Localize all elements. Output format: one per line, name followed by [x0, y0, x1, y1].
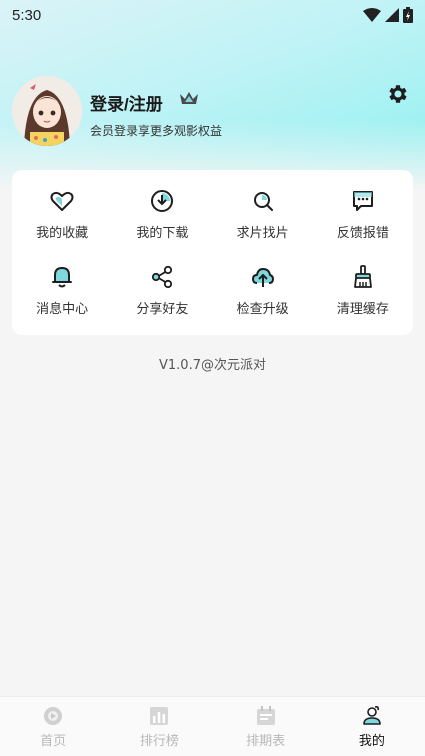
login-register-link[interactable]: 登录/注册 — [90, 90, 163, 115]
wifi-icon — [363, 8, 381, 22]
gear-icon[interactable] — [385, 82, 409, 106]
feedback-icon — [352, 190, 373, 211]
upgrade-icon — [251, 268, 274, 288]
profile-section: 登录/注册 会员登录享更多观影权益 — [12, 76, 411, 148]
menu-item-check-update[interactable]: 检查升级 — [213, 253, 313, 330]
menu-item-request-film[interactable]: 求片找片 — [213, 176, 313, 253]
tab-ranking[interactable]: 排行榜 — [106, 697, 212, 756]
menu-item-downloads[interactable]: 我的下载 — [112, 176, 212, 253]
signal-icon — [385, 8, 399, 22]
status-bar: 5:30 — [0, 0, 425, 30]
status-icons — [363, 7, 413, 23]
version-text: V1.0.7@次元派对 — [159, 358, 266, 373]
login-subtitle: 会员登录享更多观影权益 — [90, 124, 223, 138]
menu-item-label: 求片找片 — [236, 225, 289, 241]
menu-item-label: 我的收藏 — [36, 225, 89, 241]
clean-icon — [353, 265, 372, 289]
bottom-tab-bar: 首页 排行榜 排期表 我的 — [0, 696, 425, 756]
menu-item-label: 检查升级 — [236, 302, 289, 318]
menu-grid: 我的收藏 我的下载 求片找片 反馈报错 消息中心 分享好友 检查升级 清理缓存 — [12, 170, 413, 335]
tab-schedule[interactable]: 排期表 — [213, 697, 319, 756]
tab-label: 排行榜 — [139, 734, 179, 749]
download-icon — [151, 189, 174, 212]
menu-item-label: 分享好友 — [136, 302, 189, 318]
heart-icon — [50, 191, 74, 211]
menu-item-label: 消息中心 — [36, 302, 89, 318]
tab-home[interactable]: 首页 — [0, 697, 106, 756]
calendar-icon — [256, 706, 275, 725]
ranking-icon — [150, 707, 169, 725]
home-icon — [44, 707, 63, 725]
menu-item-messages[interactable]: 消息中心 — [12, 253, 112, 330]
tab-label: 首页 — [40, 734, 67, 749]
search-film-icon — [253, 191, 273, 211]
share-icon — [152, 266, 173, 289]
tab-label: 排期表 — [246, 734, 286, 749]
menu-item-label: 我的下载 — [136, 225, 189, 241]
crown-icon — [180, 92, 198, 104]
battery-icon — [403, 7, 413, 23]
menu-item-label: 反馈报错 — [336, 225, 389, 241]
status-time: 5:30 — [12, 6, 42, 24]
menu-item-label: 清理缓存 — [336, 302, 389, 318]
avatar[interactable] — [12, 76, 82, 146]
tab-label: 我的 — [358, 734, 385, 749]
menu-item-share[interactable]: 分享好友 — [112, 253, 212, 330]
profile-icon — [363, 706, 381, 725]
bell-icon — [52, 267, 73, 288]
menu-item-feedback[interactable]: 反馈报错 — [313, 176, 413, 253]
menu-item-clear-cache[interactable]: 清理缓存 — [313, 253, 413, 330]
menu-item-favorites[interactable]: 我的收藏 — [12, 176, 112, 253]
tab-mine[interactable]: 我的 — [319, 697, 425, 756]
avatar-image — [12, 76, 82, 146]
